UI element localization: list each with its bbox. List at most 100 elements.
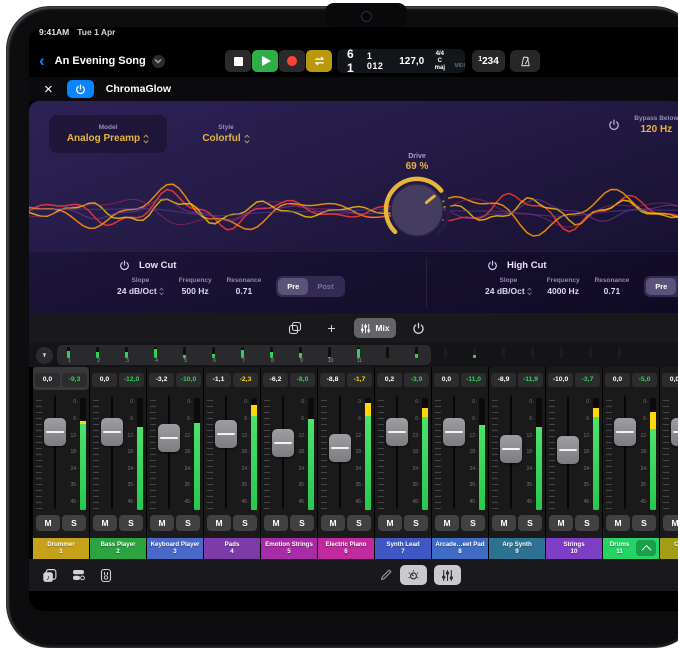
track-nameplate[interactable]: Pads 4 [204,538,260,559]
high-cut-slope[interactable]: Slope 24 dB/Oct [485,277,532,296]
close-icon[interactable]: × [44,82,53,97]
copy-settings-button[interactable] [282,318,308,338]
high-cut-resonance[interactable]: Resonance 0.71 [595,277,630,296]
fader-cap[interactable] [215,420,237,448]
solo-button[interactable]: S [347,515,371,531]
fader-value[interactable]: -8,8 [320,373,345,387]
volume-fader[interactable] [328,392,351,513]
track-nameplate[interactable]: Electric Piano 6 [318,538,374,559]
mute-button[interactable]: M [606,515,630,531]
style-selector[interactable]: Style Colorful [181,115,271,153]
fader-value[interactable]: -8,9 [491,373,516,387]
solo-button[interactable]: S [119,515,143,531]
song-menu-button[interactable] [152,55,165,68]
solo-button[interactable]: S [518,515,542,531]
play-button[interactable] [252,50,278,72]
mute-button[interactable]: M [378,515,402,531]
post-button[interactable]: Post [308,278,342,295]
volume-fader[interactable] [100,392,123,513]
fader-value[interactable]: 0,0 [92,373,117,387]
controls-view-button[interactable] [400,565,427,585]
volume-fader[interactable] [442,392,465,513]
solo-button[interactable]: S [404,515,428,531]
track-minimap[interactable]: 1234567891011 [57,344,678,366]
fader-cap[interactable] [329,434,351,462]
fader-cap[interactable] [101,418,123,446]
track-nameplate[interactable]: Synth Lead 7 [375,538,431,559]
track-nameplate[interactable]: Arcade…eet Pad 8 [432,538,488,559]
count-in-button[interactable]: 1234 [472,50,505,72]
solo-button[interactable]: S [62,515,86,531]
edit-pencil-icon[interactable] [379,568,393,582]
volume-fader[interactable] [499,392,522,513]
low-cut-frequency[interactable]: Frequency 500 Hz [179,277,212,296]
solo-button[interactable]: S [632,515,656,531]
track-nameplate[interactable]: Bass Player 2 [90,538,146,559]
mute-button[interactable]: M [435,515,459,531]
solo-button[interactable]: S [290,515,314,531]
volume-fader[interactable] [670,392,678,513]
filter-tracks-button[interactable] [36,347,53,364]
mute-button[interactable]: M [207,515,231,531]
track-nameplate[interactable]: Strings 10 [546,538,602,559]
record-button[interactable] [279,50,305,72]
fader-value[interactable]: -10,0 [548,373,573,387]
pre-button[interactable]: Pre [646,278,676,295]
fader-cap[interactable] [500,435,522,463]
fader-value[interactable]: 0,0 [434,373,459,387]
volume-fader[interactable] [43,392,66,513]
pre-button[interactable]: Pre [278,278,308,295]
mute-button[interactable]: M [549,515,573,531]
fader-cap[interactable] [671,418,678,446]
track-nameplate[interactable]: Keyboard Player 3 [147,538,203,559]
mute-button[interactable]: M [321,515,345,531]
solo-button[interactable]: S [176,515,200,531]
mixer-view-button[interactable] [434,565,461,585]
volume-fader[interactable] [613,392,636,513]
browser-button[interactable]: ♪ [42,568,58,583]
high-cut-power-button[interactable] [487,260,498,271]
stop-button[interactable] [225,50,251,72]
metronome-button[interactable] [510,50,540,72]
plugin-power-button[interactable] [67,80,94,98]
volume-fader[interactable] [385,392,408,513]
lcd-display[interactable]: 6 1 1 012 127,0 4/4 C maj MIDI [337,49,465,73]
fader-value[interactable]: 0,0 [35,373,60,387]
mute-button[interactable]: M [93,515,117,531]
track-nameplate[interactable]: Drummer 1 [33,538,89,559]
track-nameplate[interactable]: Arp Synth 9 [489,538,545,559]
add-plugin-button[interactable]: + [318,318,344,338]
solo-button[interactable]: S [233,515,257,531]
mute-button[interactable]: M [492,515,516,531]
fader-cap[interactable] [386,418,408,446]
solo-button[interactable]: S [575,515,599,531]
mixer-power-button[interactable] [406,318,432,338]
collapse-chevron-icon[interactable] [636,540,656,556]
drive-knob-svg[interactable] [381,174,453,246]
bypass-power-button[interactable] [608,119,620,131]
solo-button[interactable]: S [461,515,485,531]
volume-fader[interactable] [214,392,237,513]
song-title[interactable]: An Evening Song [55,55,146,67]
regions-button[interactable] [71,568,86,582]
model-selector[interactable]: Model Analog Preamp [49,115,167,153]
volume-fader[interactable] [271,392,294,513]
track-nameplate[interactable]: Emotion Strings 5 [261,538,317,559]
fader-cap[interactable] [443,418,465,446]
fader-cap[interactable] [614,418,636,446]
fader-cap[interactable] [44,418,66,446]
low-cut-slope[interactable]: Slope 24 dB/Oct [117,277,164,296]
mix-view-button[interactable]: Mix [354,318,395,338]
mute-button[interactable]: M [36,515,60,531]
high-cut-frequency[interactable]: Frequency 4000 Hz [547,277,580,296]
fader-cap[interactable] [557,436,579,464]
cycle-button[interactable] [306,50,332,72]
mute-button[interactable]: M [264,515,288,531]
low-cut-power-button[interactable] [119,260,130,271]
bypass-below-param[interactable]: Bypass Below 120 Hz [634,115,678,135]
volume-fader[interactable] [157,392,180,513]
mute-button[interactable]: M [663,515,678,531]
fader-value[interactable]: 0,0 [605,373,630,387]
plugins-button[interactable] [99,568,113,583]
track-nameplate[interactable]: Chorus V 12 [660,538,678,559]
